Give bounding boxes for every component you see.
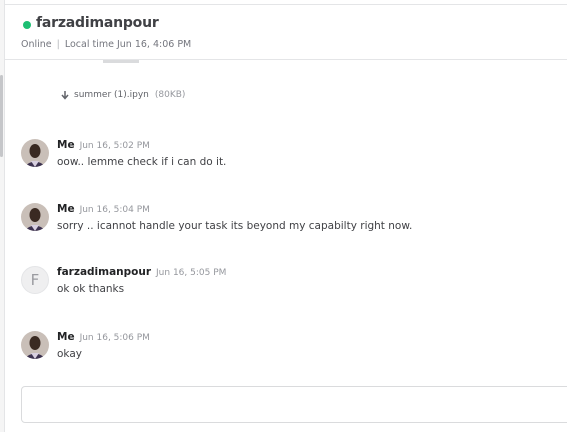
message-text: sorry .. icannot handle your task its be… xyxy=(57,220,413,232)
contact-subtitle: Online | Local time Jun 16, 4:06 PM xyxy=(21,39,191,50)
sender-name: Me xyxy=(57,331,75,343)
message-meta: Me Jun 16, 5:04 PM xyxy=(57,203,150,215)
message-meta: Me Jun 16, 5:02 PM xyxy=(57,139,150,151)
attachment-size: (80KB) xyxy=(154,90,186,100)
online-status-text: Online xyxy=(21,39,52,50)
avatar[interactable] xyxy=(21,139,49,167)
message-meta: farzadimanpour Jun 16, 5:05 PM xyxy=(57,266,226,278)
user-photo-icon xyxy=(21,203,49,231)
user-photo-icon xyxy=(21,139,49,167)
conversation-header: farzadimanpour Online | Local time Jun 16,… xyxy=(5,4,567,60)
scrollbar[interactable] xyxy=(0,0,5,432)
sender-name: Me xyxy=(57,139,75,151)
sender-name: Me xyxy=(57,203,75,215)
avatar[interactable] xyxy=(21,203,49,231)
file-attachment[interactable]: summer (1).ipyn (80KB) xyxy=(60,90,185,100)
message-text: okay xyxy=(57,348,82,360)
local-time: Local time Jun 16, 4:06 PM xyxy=(64,39,192,50)
download-arrow-icon xyxy=(61,91,69,100)
message-composer[interactable] xyxy=(21,386,567,423)
message-text: oow.. lemme check if i can do it. xyxy=(57,156,227,168)
message-text: ok ok thanks xyxy=(57,283,125,295)
message-time: Jun 16, 5:06 PM xyxy=(79,333,150,343)
sender-name: farzadimanpour xyxy=(57,266,152,278)
image-preview-edge xyxy=(103,60,139,63)
avatar[interactable]: F xyxy=(21,266,49,294)
attachment-filename[interactable]: summer (1).ipyn xyxy=(74,90,149,100)
avatar[interactable] xyxy=(21,331,49,359)
message-time: Jun 16, 5:05 PM xyxy=(156,268,227,278)
separator: | xyxy=(56,39,60,50)
user-photo-icon xyxy=(21,331,49,359)
message-time: Jun 16, 5:04 PM xyxy=(79,205,150,215)
message-time: Jun 16, 5:02 PM xyxy=(79,141,150,151)
message-meta: Me Jun 16, 5:06 PM xyxy=(57,331,150,343)
contact-username[interactable]: farzadimanpour xyxy=(36,15,159,31)
scrollbar-thumb[interactable] xyxy=(0,75,3,157)
online-status-icon xyxy=(23,21,31,29)
